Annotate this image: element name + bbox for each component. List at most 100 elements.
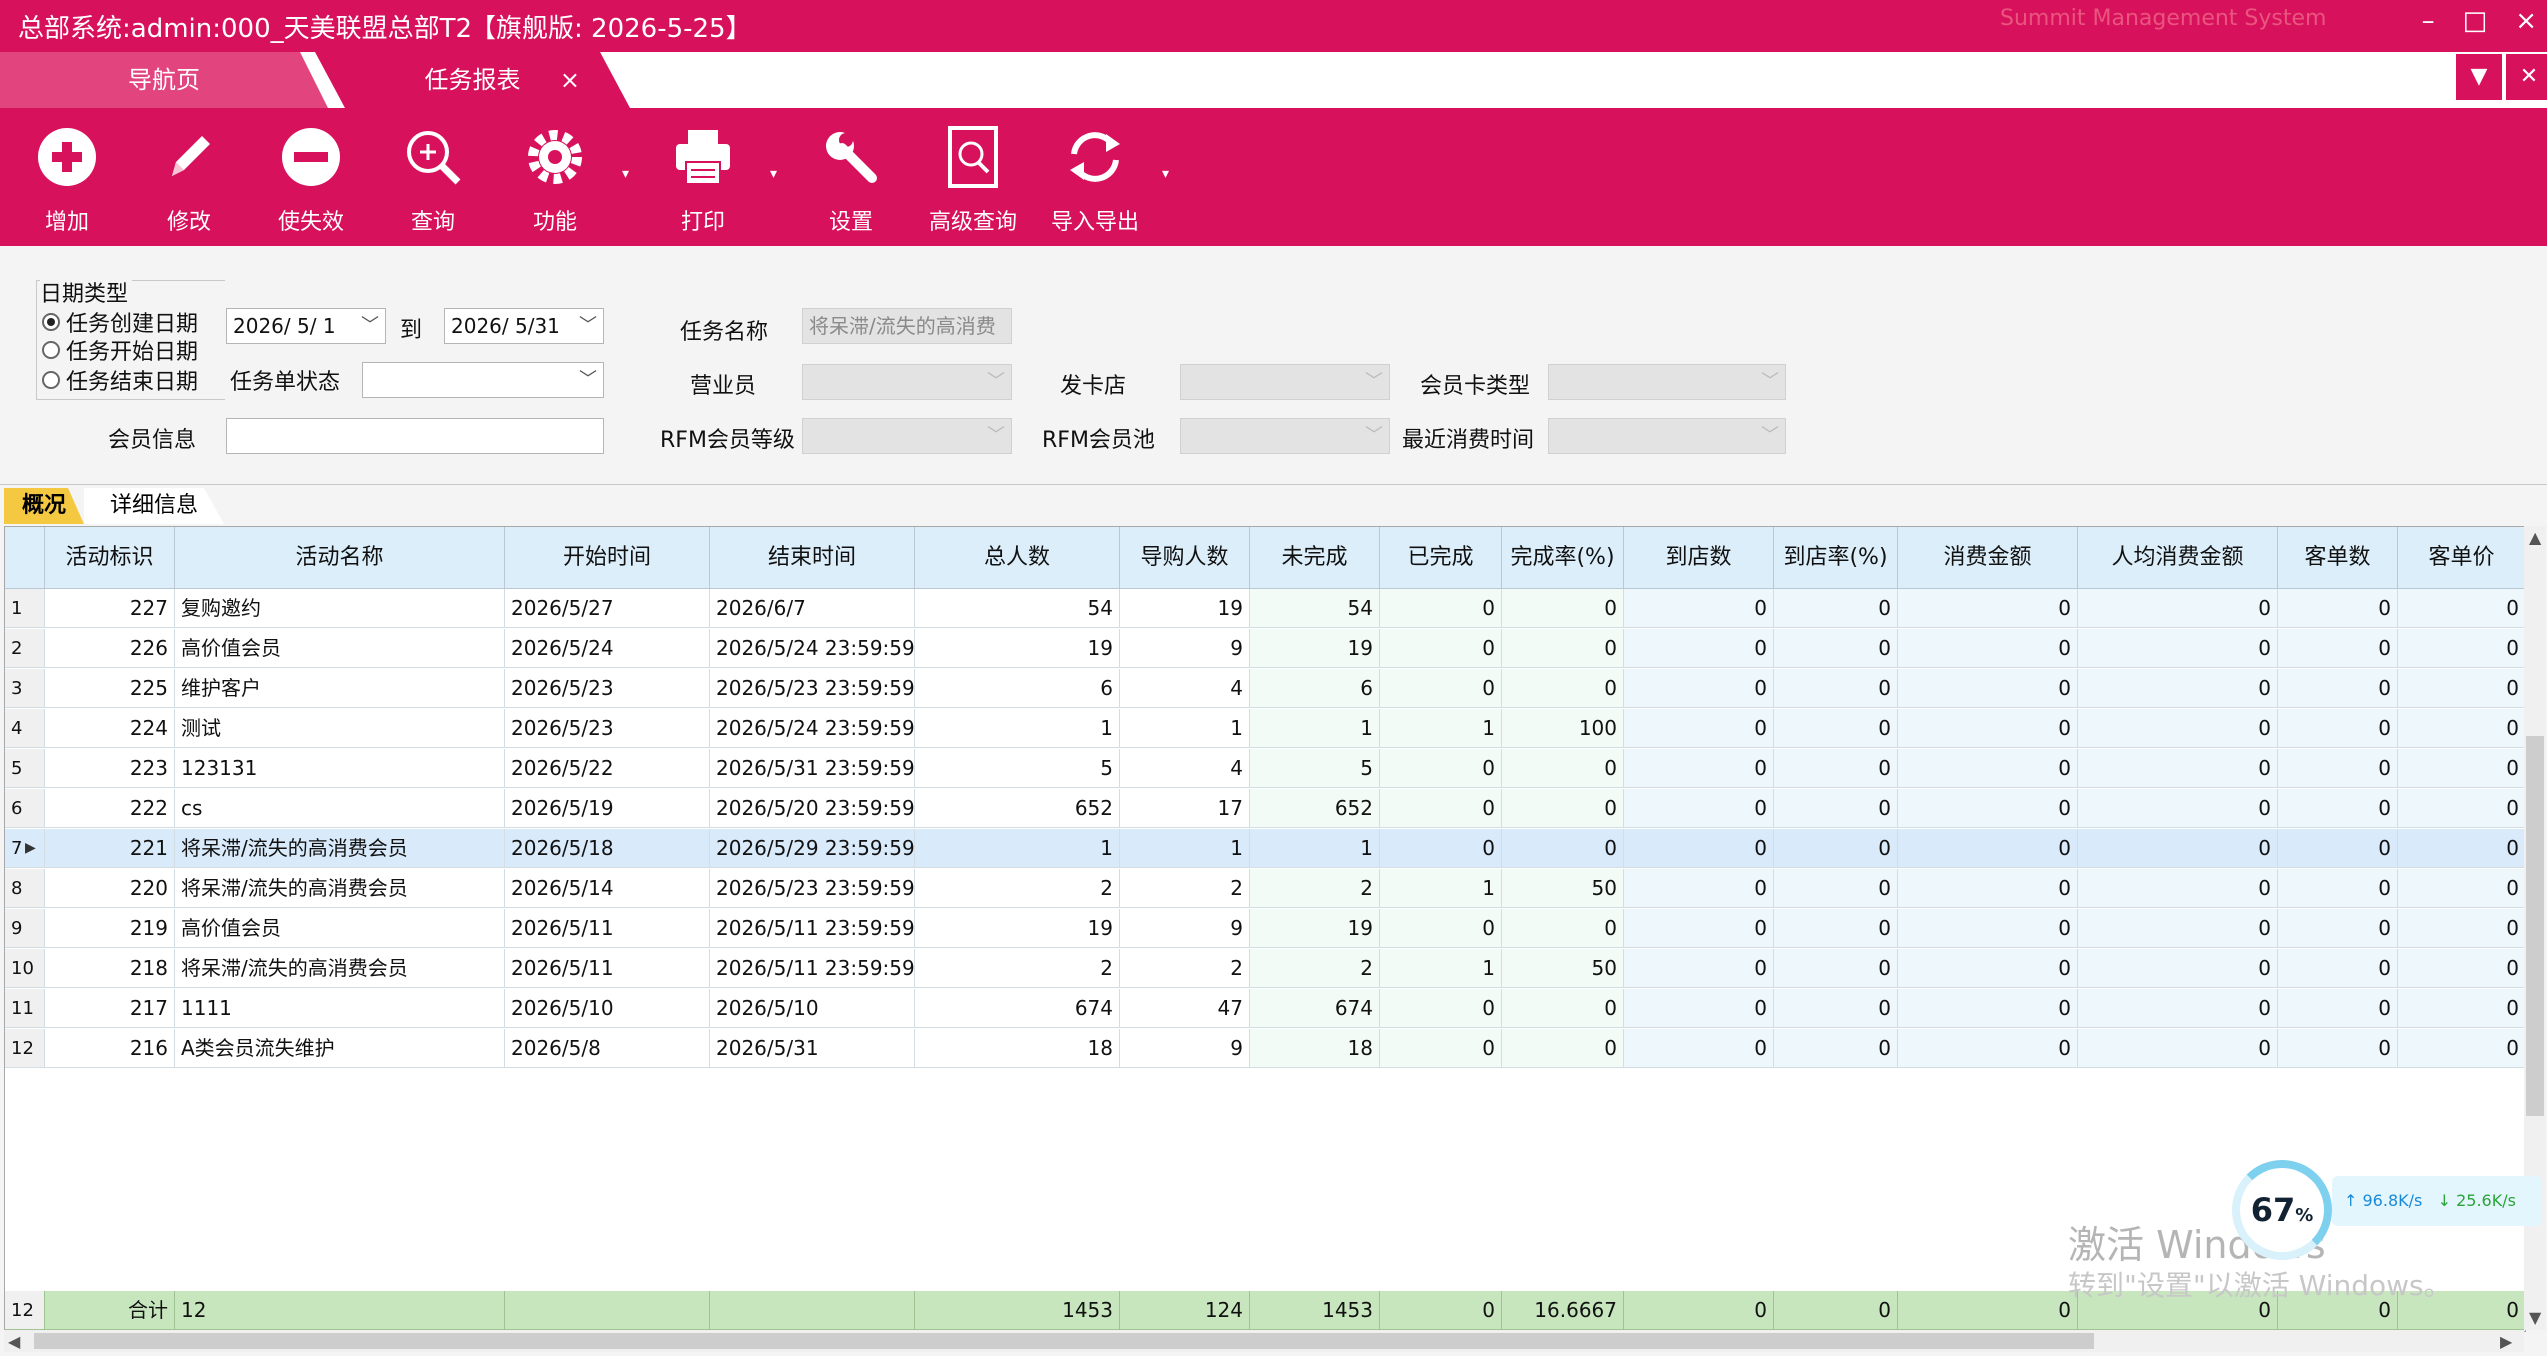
table-row[interactable]: 11 217 1111 2026/5/10 2026/5/10 674 47 674 0 0 0 0 0… [5, 989, 2525, 1028]
column-header-order-count[interactable]: 客单数 [2278, 527, 2398, 589]
minimize-button[interactable]: – [2422, 6, 2435, 36]
row-number[interactable]: 12 [5, 1029, 45, 1068]
horizontal-scrollbar[interactable]: ◀ ▶ [4, 1330, 2524, 1352]
column-header-start-time[interactable]: 开始时间 [505, 527, 710, 589]
column-header-avg-spend[interactable]: 人均消费金额 [2078, 527, 2278, 589]
table-row[interactable]: 8 220 将呆滞/流失的高消费会员 2026/5/14 2026/5/23 23:59… [5, 869, 2525, 908]
column-header-done-count[interactable]: 已完成 [1380, 527, 1502, 589]
date-from-picker[interactable]: 2026/ 5/ 1 ﹀ [226, 308, 386, 344]
tab-overview[interactable]: 概况 [4, 488, 84, 524]
disable-button[interactable]: 使失效 [256, 122, 366, 244]
summary-label: 合计 [45, 1291, 175, 1330]
close-all-tabs-button[interactable]: ✕ [2506, 54, 2547, 100]
row-number[interactable]: 5 [5, 749, 45, 788]
column-header-done-rate[interactable]: 完成率(%) [1502, 527, 1624, 589]
query-button[interactable]: 查询 [378, 122, 488, 244]
usage-gauge[interactable]: 67% [2232, 1160, 2332, 1260]
column-header-total-count[interactable]: 总人数 [915, 527, 1120, 589]
edit-button[interactable]: 修改 [134, 122, 244, 244]
row-number[interactable]: 4 [5, 709, 45, 748]
tab-navigation[interactable]: 导航页 [0, 52, 328, 108]
rfm-level-select[interactable]: ﹀ [802, 418, 1012, 454]
import-export-button[interactable]: 导入导出 [1040, 122, 1150, 244]
row-number[interactable]: 1 [5, 589, 45, 628]
radio-dot-icon [42, 341, 60, 359]
column-header-unit-price[interactable]: 客单价 [2398, 527, 2525, 589]
cell-done-count: 1 [1380, 709, 1502, 748]
table-row[interactable]: 7 ▶ 221 将呆滞/流失的高消费会员 2026/5/18 2026/5/29 23:5… [5, 829, 2525, 868]
cell-unit-price: 0 [2398, 869, 2525, 908]
cell-visit-rate: 0 [1774, 789, 1898, 828]
function-button[interactable]: 功能 [500, 122, 610, 244]
row-number[interactable]: 11 [5, 989, 45, 1028]
row-number[interactable]: 8 [5, 869, 45, 908]
tab-menu-button[interactable]: ▼ [2456, 54, 2502, 100]
table-row[interactable]: 9 219 高价值会员 2026/5/11 2026/5/11 23:59:59 19 9 1… [5, 909, 2525, 948]
cell-visit-rate: 0 [1774, 949, 1898, 988]
column-header-guide-count[interactable]: 导购人数 [1120, 527, 1250, 589]
tab-detail[interactable]: 详细信息 [84, 488, 224, 524]
add-button[interactable]: 增加 [12, 122, 122, 244]
member-info-input[interactable] [226, 418, 604, 454]
column-header-activity-name[interactable]: 活动名称 [175, 527, 505, 589]
settings-button[interactable]: 设置 [796, 122, 906, 244]
tab-close-icon[interactable]: × [560, 52, 580, 108]
horizontal-scroll-thumb[interactable] [34, 1333, 2094, 1349]
subtab-strip: 概况 详细信息 [0, 488, 2547, 524]
row-number[interactable]: 9 [5, 909, 45, 948]
status-select[interactable]: ﹀ [362, 362, 604, 398]
date-to-value: 2026/ 5/31 [451, 314, 560, 338]
cell-done-count: 1 [1380, 949, 1502, 988]
scroll-right-icon[interactable]: ▶ [2500, 1332, 2512, 1351]
column-header-undone-count[interactable]: 未完成 [1250, 527, 1380, 589]
radio-start-date[interactable]: 任务开始日期 [42, 334, 198, 366]
vertical-scroll-thumb[interactable] [2526, 736, 2544, 1116]
cell-start-time: 2026/5/10 [505, 989, 710, 1028]
table-row[interactable]: 4 224 测试 2026/5/23 2026/5/24 23:59:59 1 1 1 1 100… [5, 709, 2525, 748]
table-row[interactable]: 10 218 将呆滞/流失的高消费会员 2026/5/11 2026/5/11 23:5… [5, 949, 2525, 988]
column-header-visit-count[interactable]: 到店数 [1624, 527, 1774, 589]
row-number[interactable]: 6 [5, 789, 45, 828]
task-name-input[interactable]: 将呆滞/流失的高消费 [802, 308, 1012, 344]
column-header-visit-rate[interactable]: 到店率(%) [1774, 527, 1898, 589]
date-to-picker[interactable]: 2026/ 5/31 ﹀ [444, 308, 604, 344]
cell-start-time: 2026/5/23 [505, 669, 710, 708]
advanced-query-button[interactable]: 高级查询 [918, 122, 1028, 244]
table-row[interactable]: 1227复购邀约2026/5/272026/6/7541954000000002… [5, 589, 2525, 628]
function-dropdown-icon[interactable]: ▾ [622, 166, 629, 182]
print-dropdown-icon[interactable]: ▾ [770, 166, 777, 182]
column-header-spend-amount[interactable]: 消费金额 [1898, 527, 2078, 589]
import-export-dropdown-icon[interactable]: ▾ [1162, 166, 1169, 182]
row-number[interactable]: 3 [5, 669, 45, 708]
tab-task-report[interactable]: 任务报表 × [315, 52, 630, 108]
card-store-select[interactable]: ﹀ [1180, 364, 1390, 400]
report-grid[interactable]: 活动标识 活动名称 开始时间 结束时间 总人数 导购人数 未完成 已完成 完成率(%) 到店数 到店… [4, 526, 2526, 1332]
table-row[interactable]: 3 225 维护客户 2026/5/23 2026/5/23 23:59:59 6 4 6 0 0… [5, 669, 2525, 708]
cell-order-count: 0 [2278, 629, 2398, 668]
print-button[interactable]: 打印 [648, 122, 758, 244]
row-number[interactable]: 10 [5, 949, 45, 988]
tab-detail-label: 详细信息 [109, 493, 198, 518]
cell-unit-price: 0 [2398, 749, 2525, 788]
summary-visits: 0 [1624, 1291, 1774, 1330]
scroll-left-icon[interactable]: ◀ [8, 1332, 20, 1351]
table-row[interactable]: 6 222 cs 2026/5/19 2026/5/20 23:59:59 652 17 65… [5, 789, 2525, 828]
table-row[interactable]: 5 223 123131 2026/5/22 2026/5/31 23:59:59 5 4 5… [5, 749, 2525, 788]
maximize-button[interactable]: □ [2463, 6, 2488, 36]
table-row[interactable]: 2 226 高价值会员 2026/5/24 2026/5/24 23:59:59 19 9 1… [5, 629, 2525, 668]
salesperson-select[interactable]: ﹀ [802, 364, 1012, 400]
table-row[interactable]: 12 216 A类会员流失维护 2026/5/8 2026/5/31 18 9 18 0 0 0 0 0… [5, 1029, 2525, 1068]
radio-end-date[interactable]: 任务结束日期 [42, 364, 198, 396]
close-window-button[interactable]: × [2515, 6, 2537, 36]
last-spend-select[interactable]: ﹀ [1548, 418, 1786, 454]
column-header-end-time[interactable]: 结束时间 [710, 527, 915, 589]
column-header-activity-id[interactable]: 活动标识 [45, 527, 175, 589]
scroll-down-icon[interactable]: ▼ [2529, 1308, 2541, 1327]
scroll-up-icon[interactable]: ▲ [2529, 528, 2541, 547]
cell-activity-name: 将呆滞/流失的高消费会员 [175, 869, 505, 908]
row-number[interactable]: 2 [5, 629, 45, 668]
rfm-pool-select[interactable]: ﹀ [1180, 418, 1390, 454]
cell-spend-amount: 0 [1898, 589, 2078, 628]
card-type-select[interactable]: ﹀ [1548, 364, 1786, 400]
cell-end-time: 2026/5/23 23:59:59 [710, 669, 915, 708]
